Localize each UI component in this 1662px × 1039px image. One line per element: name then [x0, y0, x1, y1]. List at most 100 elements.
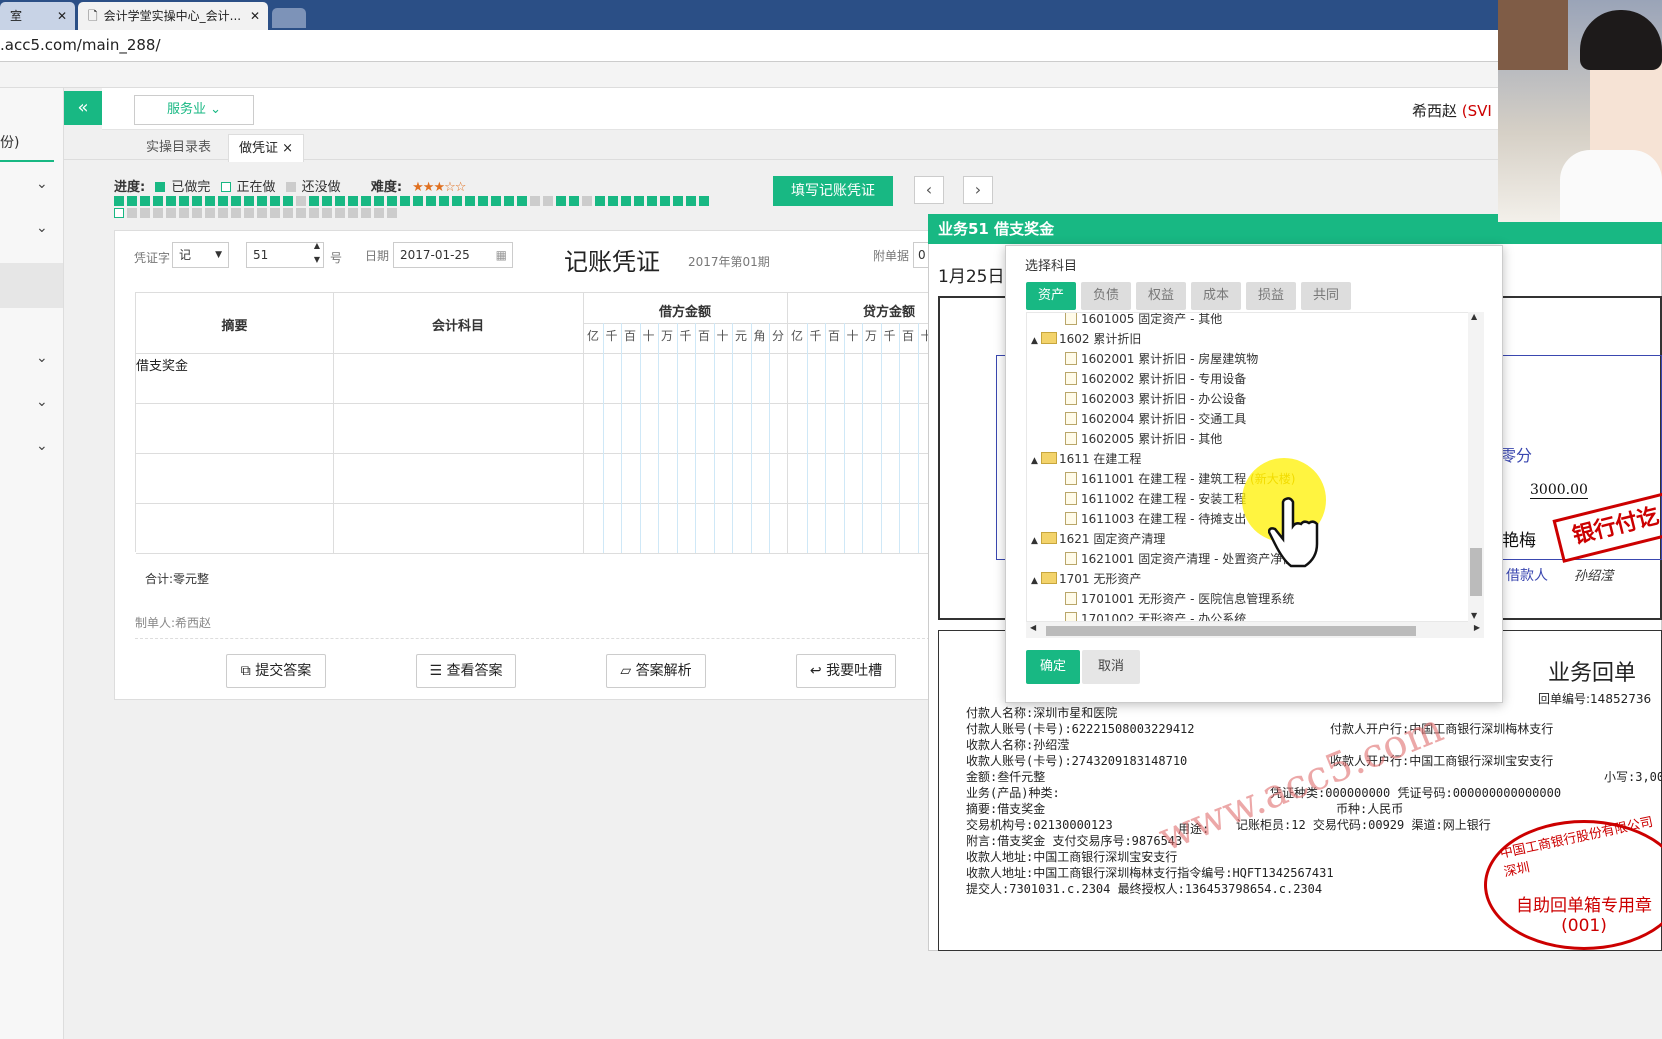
progress-block[interactable] — [361, 208, 371, 218]
progress-block[interactable] — [257, 208, 267, 218]
progress-block[interactable] — [166, 196, 176, 206]
progress-block[interactable] — [556, 196, 566, 206]
voucher-number-stepper[interactable]: 51 ▲ ▼ — [246, 239, 324, 268]
progress-block[interactable] — [673, 196, 683, 206]
progress-block[interactable] — [478, 196, 488, 206]
chevron-right-icon[interactable]: › — [963, 176, 993, 204]
tree-folder[interactable]: ▲ 1602 累计折旧 — [1031, 329, 1141, 349]
tree-folder[interactable]: ▲ 1701 无形资产 — [1031, 569, 1141, 589]
submit-answer-button[interactable]: ⧉ 提交答案 — [226, 654, 326, 688]
progress-block[interactable] — [205, 208, 215, 218]
tab-account-category[interactable]: 负债 — [1081, 282, 1131, 310]
horizontal-scroll-thumb[interactable] — [1046, 626, 1416, 636]
tree-leaf[interactable]: 1701002 无形资产 - 办公系统 — [1065, 609, 1246, 621]
sidebar-item-active[interactable] — [0, 263, 63, 308]
chevron-down-icon[interactable]: ⌄ — [36, 394, 48, 410]
url-text[interactable]: .acc5.com/main_288/ — [0, 36, 161, 54]
tree-leaf[interactable]: 1602003 累计折旧 - 办公设备 — [1065, 389, 1246, 409]
progress-block[interactable] — [595, 196, 605, 206]
progress-block[interactable] — [309, 208, 319, 218]
tree-leaf[interactable]: 1602002 累计折旧 - 专用设备 — [1065, 369, 1246, 389]
tree-folder[interactable]: ▲ 1621 固定资产清理 — [1031, 529, 1165, 549]
progress-block[interactable] — [530, 196, 540, 206]
progress-block[interactable] — [322, 208, 332, 218]
progress-block[interactable] — [127, 208, 137, 218]
cancel-button[interactable]: 取消 — [1082, 650, 1140, 684]
progress-block[interactable] — [270, 208, 280, 218]
progress-block[interactable] — [192, 208, 202, 218]
progress-block[interactable] — [374, 196, 384, 206]
progress-block[interactable] — [569, 196, 579, 206]
scroll-up-icon[interactable]: ▲ — [1471, 312, 1477, 321]
tree-leaf[interactable]: 1701001 无形资产 - 医院信息管理系统 — [1065, 589, 1294, 609]
progress-block[interactable] — [335, 196, 345, 206]
chevron-left-icon[interactable]: ‹ — [914, 176, 944, 204]
progress-block[interactable] — [582, 196, 592, 206]
scroll-down-icon[interactable]: ▼ — [1471, 611, 1477, 620]
progress-block[interactable] — [387, 196, 397, 206]
progress-block[interactable] — [218, 196, 228, 206]
tree-leaf[interactable]: 1602005 累计折旧 - 其他 — [1065, 429, 1222, 449]
sidebar-item-label[interactable]: 份) — [0, 132, 19, 152]
new-tab-button[interactable] — [272, 8, 306, 28]
tree-leaf[interactable]: 1601005 固定资产 - 其他 — [1065, 313, 1222, 329]
expand-toggle-icon[interactable]: ▲ — [1031, 571, 1041, 591]
progress-block[interactable] — [283, 196, 293, 206]
tab-account-category[interactable]: 共同 — [1301, 282, 1351, 310]
expand-toggle-icon[interactable]: ▲ — [1031, 531, 1041, 551]
tree-leaf[interactable]: 1611003 在建工程 - 待摊支出 — [1065, 509, 1246, 529]
view-answer-button[interactable]: ☰ 查看答案 — [416, 654, 516, 688]
progress-block[interactable] — [374, 208, 384, 218]
tab-practice-catalog[interactable]: 实操目录表 — [136, 134, 221, 162]
progress-block[interactable] — [127, 196, 137, 206]
tab-account-category[interactable]: 成本 — [1191, 282, 1241, 310]
progress-block[interactable] — [439, 196, 449, 206]
expand-toggle-icon[interactable]: ▲ — [1031, 331, 1041, 351]
progress-block[interactable] — [348, 208, 358, 218]
tree-leaf[interactable]: 1602001 累计折旧 - 房屋建筑物 — [1065, 349, 1258, 369]
tree-leaf[interactable]: 1621001 固定资产清理 - 处置资产净值 — [1065, 549, 1294, 569]
chevron-down-icon[interactable]: ⌄ — [36, 176, 48, 192]
tree-leaf[interactable]: 1602004 累计折旧 - 交通工具 — [1065, 409, 1246, 429]
progress-block[interactable] — [114, 196, 124, 206]
progress-block[interactable] — [244, 208, 254, 218]
progress-block[interactable] — [153, 208, 163, 218]
tab-account-category[interactable]: 权益 — [1136, 282, 1186, 310]
tab-account-category[interactable]: 损益 — [1246, 282, 1296, 310]
double-chevron-left-icon[interactable]: « — [64, 91, 102, 125]
progress-block[interactable] — [231, 208, 241, 218]
progress-block[interactable] — [140, 208, 150, 218]
fill-voucher-button[interactable]: 填写记账凭证 — [773, 176, 893, 206]
account-tree[interactable]: 1601005 固定资产 - 其他 ▲ 1602 累计折旧 1602001 累计折旧 … — [1026, 312, 1484, 622]
tree-folder[interactable]: ▲ 1611 在建工程 — [1031, 449, 1141, 469]
progress-block[interactable] — [114, 208, 124, 218]
progress-block[interactable] — [634, 196, 644, 206]
confirm-button[interactable]: 确定 — [1026, 650, 1080, 684]
close-icon[interactable]: ✕ — [57, 2, 67, 30]
progress-block[interactable] — [205, 196, 215, 206]
scroll-right-icon[interactable]: ▶ — [1474, 623, 1480, 632]
progress-block[interactable] — [153, 196, 163, 206]
progress-block[interactable] — [270, 196, 280, 206]
progress-block[interactable] — [322, 196, 332, 206]
scroll-left-icon[interactable]: ◀ — [1030, 623, 1036, 632]
progress-block[interactable] — [387, 208, 397, 218]
tab-make-voucher[interactable]: 做凭证 × — [228, 134, 305, 162]
browser-tab-active[interactable]: 🗋 会计学堂实操中心_会计... ✕ — [78, 2, 268, 30]
progress-block[interactable] — [140, 196, 150, 206]
address-bar[interactable]: .acc5.com/main_288/ — [0, 30, 1662, 62]
vertical-scroll-thumb[interactable] — [1470, 548, 1482, 596]
progress-block[interactable] — [283, 208, 293, 218]
progress-block[interactable] — [335, 208, 345, 218]
progress-block[interactable] — [621, 196, 631, 206]
progress-block[interactable] — [543, 196, 553, 206]
progress-block[interactable] — [491, 196, 501, 206]
stepper-arrows-icon[interactable]: ▲ ▼ — [314, 239, 320, 267]
row-summary-cell[interactable]: 借支奖金 — [136, 355, 188, 374]
voucher-word-select[interactable]: 记 ▼ — [172, 242, 229, 268]
chevron-down-icon[interactable]: ⌄ — [36, 350, 48, 366]
browser-tab[interactable]: 室 ✕ — [0, 2, 75, 30]
close-icon[interactable]: ✕ — [250, 2, 260, 30]
progress-block[interactable] — [218, 208, 228, 218]
close-icon[interactable]: × — [282, 141, 293, 156]
